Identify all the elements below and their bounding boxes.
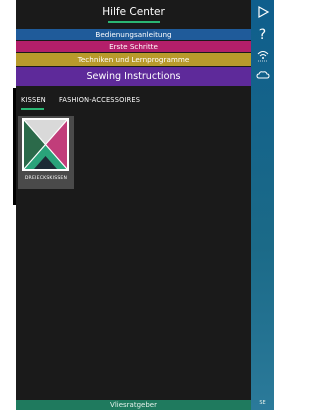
menu-item-label: Techniken und Lernprogramme xyxy=(77,55,190,64)
help-center-screen: Hilfe Center Bedienungsanleitung Erste S… xyxy=(0,0,274,410)
menu-item-sewing-instructions[interactable]: Sewing Instructions xyxy=(16,67,251,86)
cloud-icon[interactable] xyxy=(251,66,274,84)
footer-link[interactable]: Vliesratgeber xyxy=(16,400,251,410)
tab-fashion-accessoires[interactable]: FASHION-ACCESSOIRES xyxy=(59,96,140,104)
wifi-icon-graphic xyxy=(257,51,268,62)
main-panel: Hilfe Center Bedienungsanleitung Erste S… xyxy=(16,0,251,410)
menu-item-manual[interactable]: Bedienungsanleitung xyxy=(16,29,251,40)
pillow-thumbnail xyxy=(22,118,69,171)
tab-kissen[interactable]: KISSEN xyxy=(21,96,46,110)
menu-item-label: Sewing Instructions xyxy=(86,71,181,82)
version-label: SE xyxy=(259,400,266,406)
header: Hilfe Center xyxy=(16,0,251,28)
card-label: DREIECKSKISSEN xyxy=(24,176,68,181)
footer-label: Vliesratgeber xyxy=(110,401,157,409)
right-sidebar: ? SE xyxy=(251,0,274,410)
help-icon[interactable]: ? xyxy=(251,26,274,44)
help-glyph: ? xyxy=(258,27,267,43)
active-tab-underline xyxy=(21,108,44,110)
tab-label: KISSEN xyxy=(21,96,46,104)
category-tabs: KISSEN FASHION-ACCESSOIRES xyxy=(16,92,251,110)
cloud-icon-graphic xyxy=(255,71,270,79)
play-icon[interactable] xyxy=(251,3,274,21)
wifi-icon[interactable] xyxy=(251,46,274,64)
left-margin xyxy=(0,0,16,410)
title-underline xyxy=(108,21,160,23)
menu-item-label: Bedienungsanleitung xyxy=(95,30,172,39)
menu-item-label: Erste Schritte xyxy=(109,42,158,51)
menu-item-techniques[interactable]: Techniken und Lernprogramme xyxy=(16,53,251,66)
tab-label: FASHION-ACCESSOIRES xyxy=(59,96,141,104)
play-icon-graphic xyxy=(257,5,269,19)
page-title: Hilfe Center xyxy=(102,6,165,18)
menu-item-getting-started[interactable]: Erste Schritte xyxy=(16,41,251,52)
project-card-dreieckskissen[interactable]: DREIECKSKISSEN xyxy=(18,116,74,189)
